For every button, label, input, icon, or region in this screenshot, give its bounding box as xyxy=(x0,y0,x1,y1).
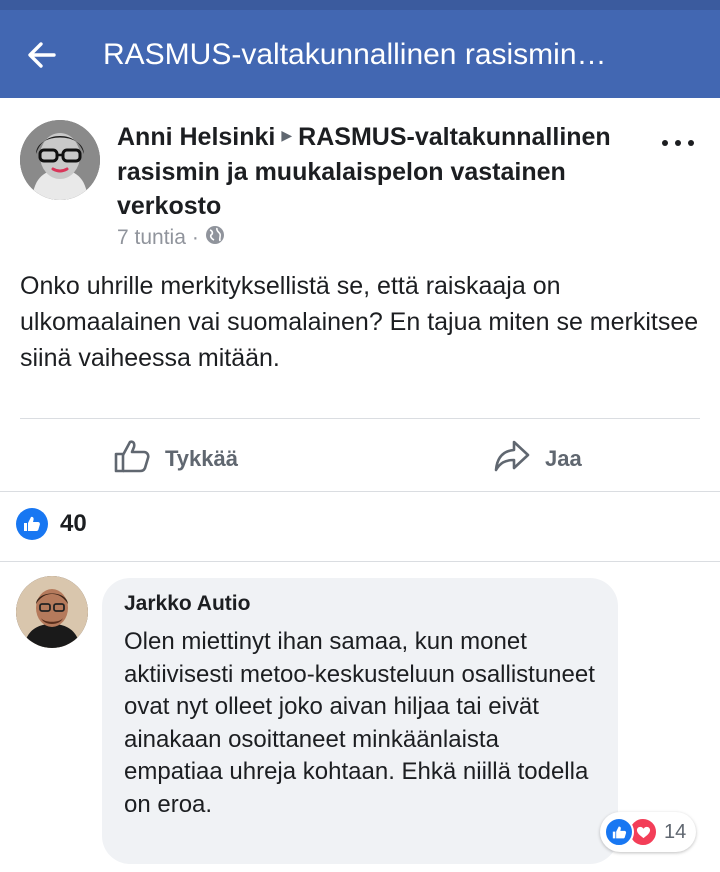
post-body: Onko uhrille merkityksellistä se, että r… xyxy=(20,272,699,372)
author-name[interactable]: Anni Helsinki xyxy=(117,123,275,151)
thumbs-up-icon xyxy=(113,437,151,480)
commenter-avatar[interactable] xyxy=(16,576,88,648)
caret-right-icon: ▶ xyxy=(281,127,293,144)
back-arrow-icon[interactable] xyxy=(24,37,60,73)
comment-reaction-count: 14 xyxy=(664,820,687,843)
post-action-bar: Tykkää Jaa xyxy=(0,419,720,491)
author-avatar[interactable] xyxy=(20,120,100,200)
more-options-icon[interactable] xyxy=(660,133,696,153)
share-label: Jaa xyxy=(545,445,582,471)
globe-icon xyxy=(205,225,225,251)
reaction-count: 40 xyxy=(60,510,87,537)
like-label: Tykkää xyxy=(165,445,238,471)
page-title: RASMUS-valtakunnallinen rasismin… xyxy=(103,38,607,71)
post-time[interactable]: 7 tuntia xyxy=(117,226,186,250)
post-author-line: Anni Helsinki ▶ RASMUS-valtakunnallinen ra… xyxy=(117,120,617,223)
like-reaction-icon xyxy=(16,508,48,540)
reaction-summary[interactable]: 40 xyxy=(16,508,87,540)
like-reaction-icon xyxy=(604,817,634,847)
comment-bubble: Jarkko Autio Olen miettinyt ihan samaa, … xyxy=(102,578,618,864)
share-icon xyxy=(493,437,531,480)
top-bar: RASMUS-valtakunnallinen rasismin… xyxy=(0,0,720,98)
comment-reactions[interactable]: 14 xyxy=(600,812,697,852)
post-meta: 7 tuntia · xyxy=(117,225,225,251)
comment-text: Olen miettinyt ihan samaa, kun monet akt… xyxy=(124,628,595,818)
post-header: Anni Helsinki ▶ RASMUS-valtakunnallinen ra… xyxy=(0,98,720,258)
comment-author[interactable]: Jarkko Autio xyxy=(124,592,250,616)
divider xyxy=(0,561,720,562)
like-button[interactable]: Tykkää xyxy=(113,437,238,480)
divider xyxy=(0,491,720,492)
meta-separator: · xyxy=(191,226,199,249)
share-button[interactable]: Jaa xyxy=(493,437,582,480)
